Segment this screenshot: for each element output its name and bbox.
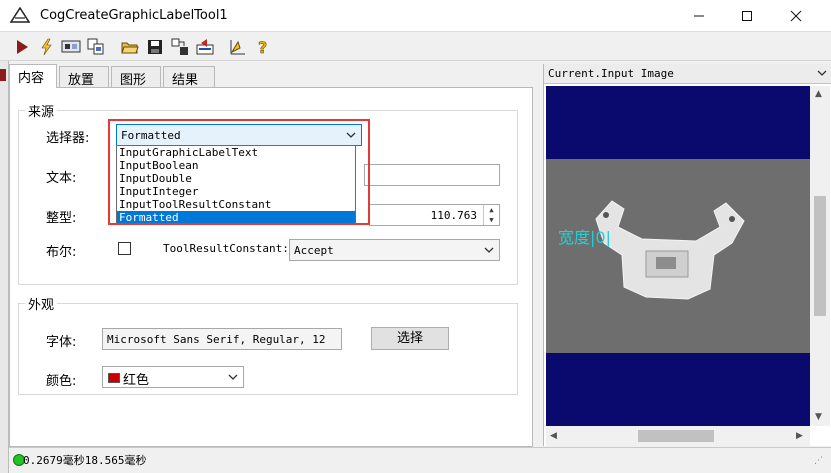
- double-value: 110.763: [430, 209, 477, 222]
- tab-graphics[interactable]: 图形: [111, 66, 161, 88]
- status-text: 0.2679毫秒18.565毫秒: [23, 454, 147, 467]
- lightning-icon[interactable]: [36, 37, 56, 57]
- open-folder-icon[interactable]: [120, 37, 140, 57]
- double-spinbox[interactable]: 110.763 ▲ ▼: [369, 204, 500, 226]
- font-value: Microsoft Sans Serif, Regular, 12: [107, 333, 326, 346]
- camera-image: [546, 159, 810, 353]
- appearance-group-title: 外观: [25, 294, 58, 313]
- title-bar: CogCreateGraphicLabelTool1: [0, 0, 831, 32]
- background-marker: [0, 69, 6, 81]
- help-icon[interactable]: ?: [253, 37, 273, 57]
- cognex-logo-icon: [10, 7, 30, 23]
- color-value: 红色: [123, 372, 150, 387]
- chevron-down-icon: [817, 70, 827, 76]
- selector-option-selected[interactable]: Formatted: [117, 211, 355, 224]
- selector-label: 选择器:: [46, 131, 90, 146]
- color-swatch: [108, 373, 120, 383]
- source-group-title: 来源: [25, 101, 58, 120]
- svg-text:?: ?: [258, 38, 267, 56]
- font-field: Microsoft Sans Serif, Regular, 12: [102, 328, 342, 350]
- import-icon[interactable]: [170, 37, 190, 57]
- tab-content[interactable]: 内容: [9, 64, 57, 88]
- selector-option[interactable]: InputToolResultConstant: [117, 198, 355, 211]
- text-input[interactable]: [364, 164, 500, 186]
- choose-font-button[interactable]: 选择: [371, 327, 449, 350]
- minimize-icon: [694, 15, 704, 17]
- image-display[interactable]: 宽度|0|: [546, 86, 810, 426]
- window-title: CogCreateGraphicLabelTool1: [40, 8, 228, 23]
- export-icon[interactable]: [195, 37, 215, 57]
- chevron-down-icon: [484, 247, 494, 253]
- chevron-down-icon: [228, 374, 238, 380]
- save-icon[interactable]: [145, 37, 165, 57]
- run-icon[interactable]: [12, 37, 32, 57]
- text-label: 文本:: [46, 171, 77, 186]
- scroll-right-icon[interactable]: ▶: [796, 431, 803, 441]
- color-label: 颜色:: [46, 374, 77, 389]
- tab-panel: 来源 选择器: Formatted InputGraphicLabelText …: [9, 87, 533, 447]
- image-panel: Current.Input Image 宽度|0| ▲ ▼ ◀ ▶: [543, 64, 831, 446]
- horizontal-scroll-thumb[interactable]: [638, 430, 714, 442]
- scroll-up-icon[interactable]: ▲: [815, 89, 822, 99]
- chevron-down-icon: [346, 132, 356, 138]
- selector-options-list: InputGraphicLabelText InputBoolean Input…: [116, 145, 356, 224]
- vertical-scrollbar[interactable]: ▲ ▼: [810, 86, 830, 426]
- font-label: 字体:: [46, 335, 77, 350]
- close-icon: [790, 10, 802, 22]
- spin-buttons: ▲ ▼: [483, 205, 499, 225]
- display-icon[interactable]: [61, 37, 81, 57]
- selector-option[interactable]: InputInteger: [117, 185, 355, 198]
- integer-label: 整型:: [46, 211, 77, 226]
- vertical-scroll-thumb[interactable]: [814, 196, 826, 316]
- scroll-left-icon[interactable]: ◀: [550, 431, 557, 441]
- scroll-down-icon[interactable]: ▼: [815, 412, 822, 422]
- minimize-button[interactable]: [676, 0, 722, 32]
- spin-up-icon[interactable]: ▲: [484, 205, 499, 215]
- image-selector[interactable]: Current.Input Image: [544, 64, 831, 84]
- bool-label: 布尔:: [46, 245, 77, 260]
- selector-option[interactable]: InputGraphicLabelText: [117, 146, 355, 159]
- background-window-edge: [0, 61, 9, 473]
- toolbar: ?: [0, 33, 831, 61]
- copy-icon[interactable]: [86, 37, 106, 57]
- overlay-label: 宽度|0|: [558, 228, 611, 247]
- selector-option[interactable]: InputDouble: [117, 172, 355, 185]
- tool-window: CogCreateGraphicLabelTool1 ? 内容 放置 图形 结果…: [0, 0, 831, 473]
- maximize-button[interactable]: [724, 0, 770, 32]
- bool-checkbox[interactable]: [118, 242, 131, 255]
- selector-value: Formatted: [121, 129, 181, 142]
- tool-result-dropdown[interactable]: Accept: [289, 239, 500, 261]
- calibrate-icon[interactable]: [228, 37, 248, 57]
- image-selector-value: Current.Input Image: [548, 67, 674, 80]
- tool-result-value: Accept: [294, 244, 334, 257]
- horizontal-scrollbar[interactable]: ◀ ▶: [546, 426, 810, 446]
- close-button[interactable]: [773, 0, 819, 32]
- tool-result-label: ToolResultConstant:: [163, 242, 289, 255]
- status-bar: 0.2679毫秒18.565毫秒 ⋰: [9, 447, 831, 473]
- tab-placement[interactable]: 放置: [59, 66, 109, 88]
- tab-results[interactable]: 结果: [163, 66, 215, 88]
- selector-option[interactable]: InputBoolean: [117, 159, 355, 172]
- color-dropdown[interactable]: 红色: [102, 366, 244, 388]
- resize-grip-icon[interactable]: ⋰: [814, 456, 823, 466]
- spin-down-icon[interactable]: ▼: [484, 215, 499, 225]
- selector-dropdown[interactable]: Formatted: [116, 124, 362, 146]
- part-image: [546, 159, 810, 353]
- maximize-icon: [742, 11, 752, 21]
